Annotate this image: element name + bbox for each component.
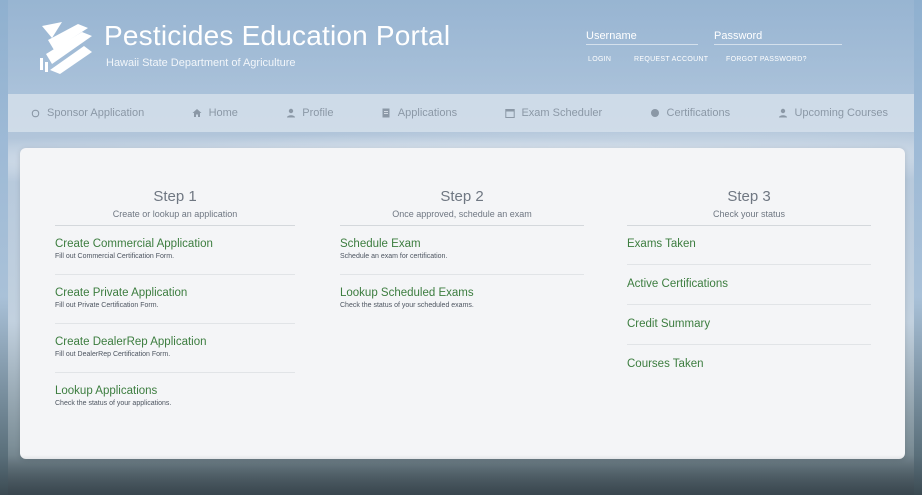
step-2-column: Step 2 Once approved, schedule an exam S…: [340, 188, 584, 335]
request-account-link[interactable]: REQUEST ACCOUNT: [634, 56, 708, 63]
exams-taken-link[interactable]: Exams Taken: [627, 238, 871, 265]
create-dealerrep-application-link[interactable]: Create DealerRep Application Fill out De…: [55, 336, 295, 373]
schedule-exam-link[interactable]: Schedule Exam Schedule an exam for certi…: [340, 238, 584, 275]
site-title: Pesticides Education Portal: [104, 20, 451, 51]
home-icon: [192, 108, 203, 119]
site-subtitle: Hawaii State Department of Agriculture: [106, 57, 296, 69]
link-description: Fill out Private Certification Form.: [55, 302, 159, 309]
login-link[interactable]: LOGIN: [588, 56, 611, 63]
password-label: Password: [714, 30, 763, 42]
link-title: Schedule Exam: [340, 238, 421, 250]
nav-label: Sponsor Application: [47, 107, 145, 119]
step-header: Step 2 Once approved, schedule an exam: [340, 188, 584, 226]
link-description: Fill out Commercial Certification Form.: [55, 253, 175, 260]
step-link-list: Schedule Exam Schedule an exam for certi…: [340, 238, 584, 323]
link-title: Create Commercial Application: [55, 238, 213, 250]
password-input[interactable]: [714, 44, 842, 45]
steps-card: Step 1 Create or lookup an application C…: [20, 148, 905, 459]
nav-label: Upcoming Courses: [794, 107, 888, 119]
link-title: Create DealerRep Application: [55, 336, 207, 348]
step-1-column: Step 1 Create or lookup an application C…: [55, 188, 295, 433]
step-header: Step 3 Check your status: [627, 188, 871, 226]
link-description: Check the status of your applications.: [55, 400, 172, 407]
username-label: Username: [586, 30, 637, 42]
forgot-password-link[interactable]: FORGOT PASSWORD?: [726, 56, 807, 63]
link-title: Active Certifications: [627, 278, 728, 290]
nav-label: Applications: [397, 107, 458, 119]
circle-outline-icon: [30, 108, 41, 119]
link-description: Schedule an exam for certification.: [340, 253, 448, 260]
credit-summary-link[interactable]: Credit Summary: [627, 318, 871, 345]
calendar-icon: [504, 108, 515, 119]
step-link-list: Create Commercial Application Fill out C…: [55, 238, 295, 421]
step-link-list: Exams Taken Active Certifications Credit…: [627, 238, 871, 384]
hdoa-logo-icon: [40, 22, 92, 74]
link-title: Courses Taken: [627, 358, 704, 370]
nav-label: Profile: [302, 107, 334, 119]
link-description: Fill out DealerRep Certification Form.: [55, 351, 171, 358]
nav-upcoming-courses[interactable]: Upcoming Courses: [777, 107, 888, 119]
page-background: Pesticides Education Portal Hawaii State…: [8, 0, 914, 495]
link-title: Exams Taken: [627, 238, 696, 250]
nav-profile[interactable]: Profile: [285, 107, 333, 119]
lookup-applications-link[interactable]: Lookup Applications Check the status of …: [55, 385, 295, 421]
username-input[interactable]: [586, 44, 698, 45]
step-title: Step 2: [440, 188, 484, 205]
users-icon: [777, 108, 788, 119]
courses-taken-link[interactable]: Courses Taken: [627, 358, 871, 384]
create-commercial-application-link[interactable]: Create Commercial Application Fill out C…: [55, 238, 295, 275]
step-header: Step 1 Create or lookup an application: [55, 188, 295, 226]
active-certifications-link[interactable]: Active Certifications: [627, 278, 871, 305]
main-nav: Sponsor Application Home Profile Applica…: [8, 94, 914, 132]
nav-home[interactable]: Home: [192, 107, 238, 119]
create-private-application-link[interactable]: Create Private Application Fill out Priv…: [55, 287, 295, 324]
step-3-column: Step 3 Check your status Exams Taken Act…: [627, 188, 871, 397]
lookup-scheduled-exams-link[interactable]: Lookup Scheduled Exams Check the status …: [340, 287, 584, 323]
step-description: Check your status: [712, 209, 786, 219]
link-title: Credit Summary: [627, 318, 711, 330]
nav-exam-scheduler[interactable]: Exam Scheduler: [504, 107, 602, 119]
nav-label: Certifications: [666, 107, 731, 119]
nav-label: Exam Scheduler: [521, 107, 603, 119]
step-description: Create or lookup an application: [112, 209, 238, 219]
nav-label: Home: [208, 107, 238, 119]
nav-applications[interactable]: Applications: [381, 107, 457, 119]
step-title: Step 3: [727, 188, 771, 205]
link-title: Lookup Scheduled Exams: [340, 287, 474, 299]
document-icon: [381, 108, 392, 119]
link-title: Lookup Applications: [55, 385, 158, 397]
link-description: Check the status of your scheduled exams…: [340, 302, 474, 309]
nav-sponsor-application[interactable]: Sponsor Application: [30, 107, 144, 119]
user-icon: [285, 108, 296, 119]
link-title: Create Private Application: [55, 287, 188, 299]
nav-certifications[interactable]: Certifications: [650, 107, 731, 119]
step-description: Once approved, schedule an exam: [392, 209, 532, 219]
step-title: Step 1: [153, 188, 197, 205]
login-form: Username Password LOGIN REQUEST ACCOUNT …: [586, 30, 846, 76]
site-header: Pesticides Education Portal Hawaii State…: [8, 0, 914, 94]
badge-icon: [650, 108, 661, 119]
